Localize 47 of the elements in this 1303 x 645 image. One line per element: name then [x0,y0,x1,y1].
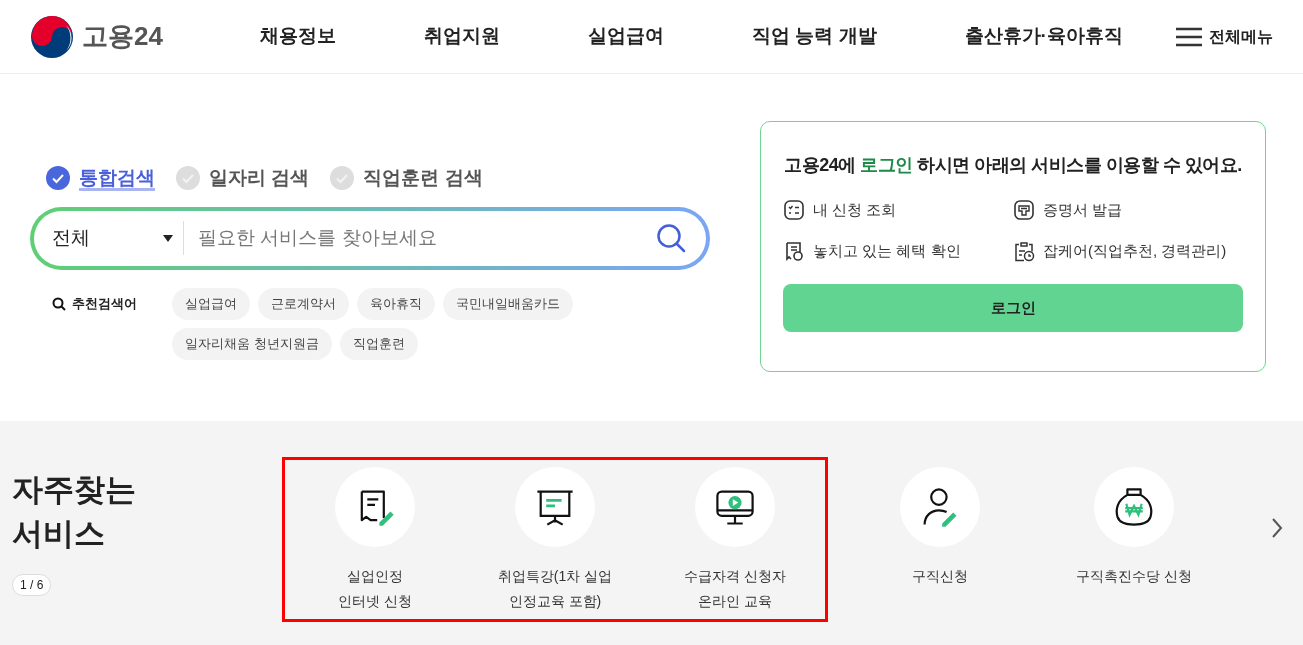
service-link[interactable]: 구직촉진수당 신청 [1076,564,1192,589]
service-link[interactable]: 취업특강(1차 실업 인정교육 포함) [497,564,613,614]
check-icon [45,165,71,192]
login-button[interactable]: 로그인 [783,284,1243,332]
page-indicator: 1 / 6 [12,574,52,596]
search-icon [656,223,686,253]
search-tab[interactable]: 일자리 검색 [175,164,310,193]
keyword-chip[interactable]: 근로계약서 [258,287,349,320]
search-tab[interactable]: 직업훈련 검색 [329,164,483,193]
menu-icon [1175,26,1203,47]
search-tab[interactable]: 통합검색 [45,164,155,193]
service-link[interactable]: 놓치고 있는 혜택 확인 [813,239,961,262]
document-icon [1013,199,1035,222]
search-button[interactable] [654,221,688,255]
next-button[interactable] [1271,517,1283,539]
service-link[interactable]: 실업인정 인터넷 신청 [338,564,412,614]
category-dropdown[interactable]: 전체 [52,221,184,255]
service-link[interactable]: 구직신청 [912,564,968,589]
nav-link[interactable]: 채용정보 [260,22,336,51]
clipboard-icon [1013,239,1035,262]
nav-link[interactable]: 출산휴가·육아휴직 [964,22,1123,51]
nav-link[interactable]: 실업급여 [588,22,664,51]
caret-icon [163,234,173,242]
check-icon [175,165,201,192]
all-menu-button[interactable]: 전체메뉴 [1175,24,1273,49]
chevron-right-icon [1271,517,1283,539]
keyword-chip[interactable]: 국민내일배움카드 [443,287,573,320]
recommended-label: 추천검색어 [72,294,137,313]
service-link[interactable]: 잡케어(직업추천, 경력관리) [1043,239,1227,262]
nav-link[interactable]: 직업 능력 개발 [752,22,877,51]
keyword-chip[interactable]: 일자리채움 청년지원금 [172,327,332,360]
logo-icon [30,14,74,59]
nav-link[interactable]: 취업지원 [424,22,500,51]
service-link[interactable]: 수급자격 신청자 온라인 교육 [684,564,786,614]
keyword-chip[interactable]: 실업급여 [172,287,250,320]
checklist-icon [783,199,805,222]
service-link[interactable]: 내 신청 조회 [813,199,897,222]
keyword-chip[interactable]: 육아휴직 [357,287,435,320]
search-field[interactable]: 전체 필요한 서비스를 찾아보세요 [30,206,710,270]
receipt-icon [783,239,805,262]
keyword-chip[interactable]: 직업훈련 [339,327,418,360]
login-message: 고용24에 로그인 하시면 아래의 서비스를 이용할 수 있어요. [783,154,1243,177]
logo-text[interactable]: 고용24 [82,17,163,56]
section-title: 자주찾는 서비스 [12,471,137,553]
search-icon [52,296,66,311]
check-icon [329,165,356,192]
service-link[interactable]: 증명서 발급 [1043,199,1123,222]
